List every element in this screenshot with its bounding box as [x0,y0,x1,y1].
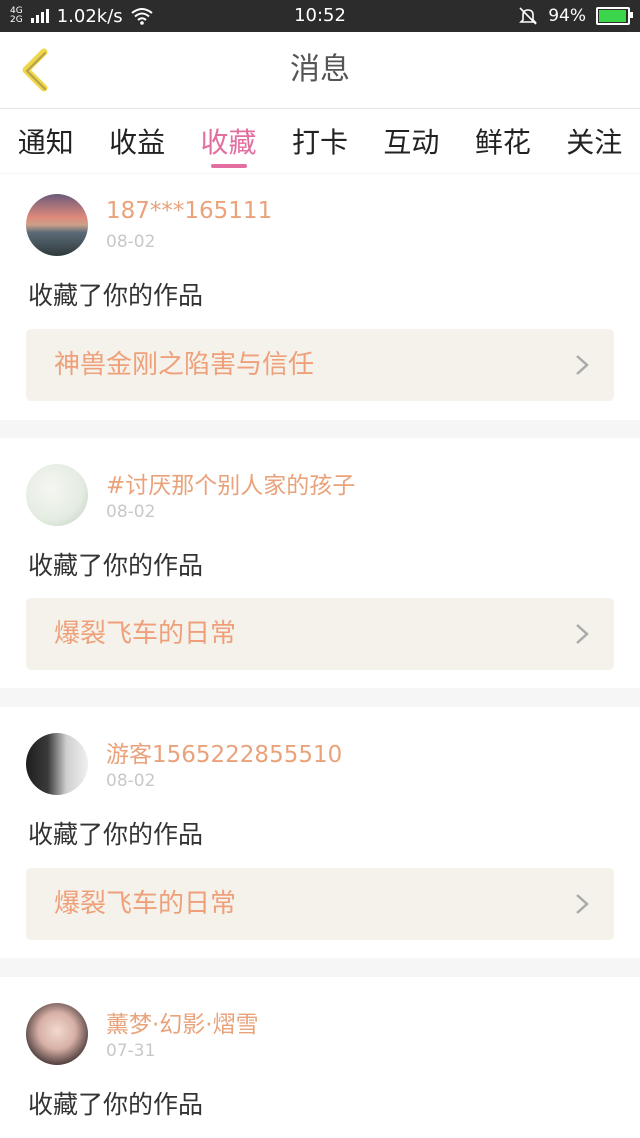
message-action: 收藏了你的作品 [28,281,204,310]
message-date: 07-31 [106,1041,156,1061]
username[interactable]: 游客1565222855510 [106,735,342,769]
message-card: 薰梦·幻影·熠雪 07-31 收藏了你的作品 [0,977,640,1138]
message-card: 游客1565222855510 08-02 收藏了你的作品 爆裂飞车的日常 [0,707,640,958]
message-card: #讨厌那个别人家的孩子 08-02 收藏了你的作品 爆裂飞车的日常 [0,438,640,688]
username[interactable]: #讨厌那个别人家的孩子 [106,466,355,500]
message-action: 收藏了你的作品 [28,551,204,580]
work-link[interactable]: 爆裂飞车的日常 [26,598,614,670]
avatar[interactable] [26,733,88,795]
status-bar: 4G 2G 1.02k/s 10:52 94% [0,0,640,32]
tab-favorites[interactable]: 收藏 [201,109,257,173]
message-date: 08-02 [106,502,156,522]
battery-icon [596,7,633,25]
work-title: 爆裂飞车的日常 [54,889,237,919]
mute-bell-icon [519,7,538,25]
avatar[interactable] [26,464,88,526]
message-card: 187***165111 08-02 收藏了你的作品 神兽金刚之陷害与信任 [0,174,640,420]
tab-follows[interactable]: 关注 [566,109,622,173]
chevron-right-icon [576,624,589,644]
message-date: 08-02 [106,232,156,252]
chevron-right-icon [576,894,589,914]
work-link[interactable]: 爆裂飞车的日常 [26,868,614,940]
work-title: 神兽金刚之陷害与信任 [54,350,315,380]
tab-interactions[interactable]: 互动 [383,109,439,173]
page-title: 消息 [290,52,350,87]
app-header: 消息 [0,32,640,109]
tab-notifications[interactable]: 通知 [18,109,74,173]
avatar[interactable] [26,1003,88,1065]
avatar[interactable] [26,194,88,256]
tab-bar: 通知 收益 收藏 打卡 互动 鲜花 关注 [0,109,640,173]
message-action: 收藏了你的作品 [28,820,204,849]
work-link[interactable]: 神兽金刚之陷害与信任 [26,329,614,401]
message-date: 08-02 [106,771,156,791]
tab-checkin[interactable]: 打卡 [292,109,348,173]
battery-percent: 94% [548,6,586,26]
tab-flowers[interactable]: 鲜花 [475,109,531,173]
chevron-right-icon [576,355,589,375]
work-title: 爆裂飞车的日常 [54,619,237,649]
username[interactable]: 薰梦·幻影·熠雪 [106,1005,259,1039]
message-action: 收藏了你的作品 [28,1090,204,1119]
username[interactable]: 187***165111 [106,198,272,224]
tab-earnings[interactable]: 收益 [109,109,165,173]
